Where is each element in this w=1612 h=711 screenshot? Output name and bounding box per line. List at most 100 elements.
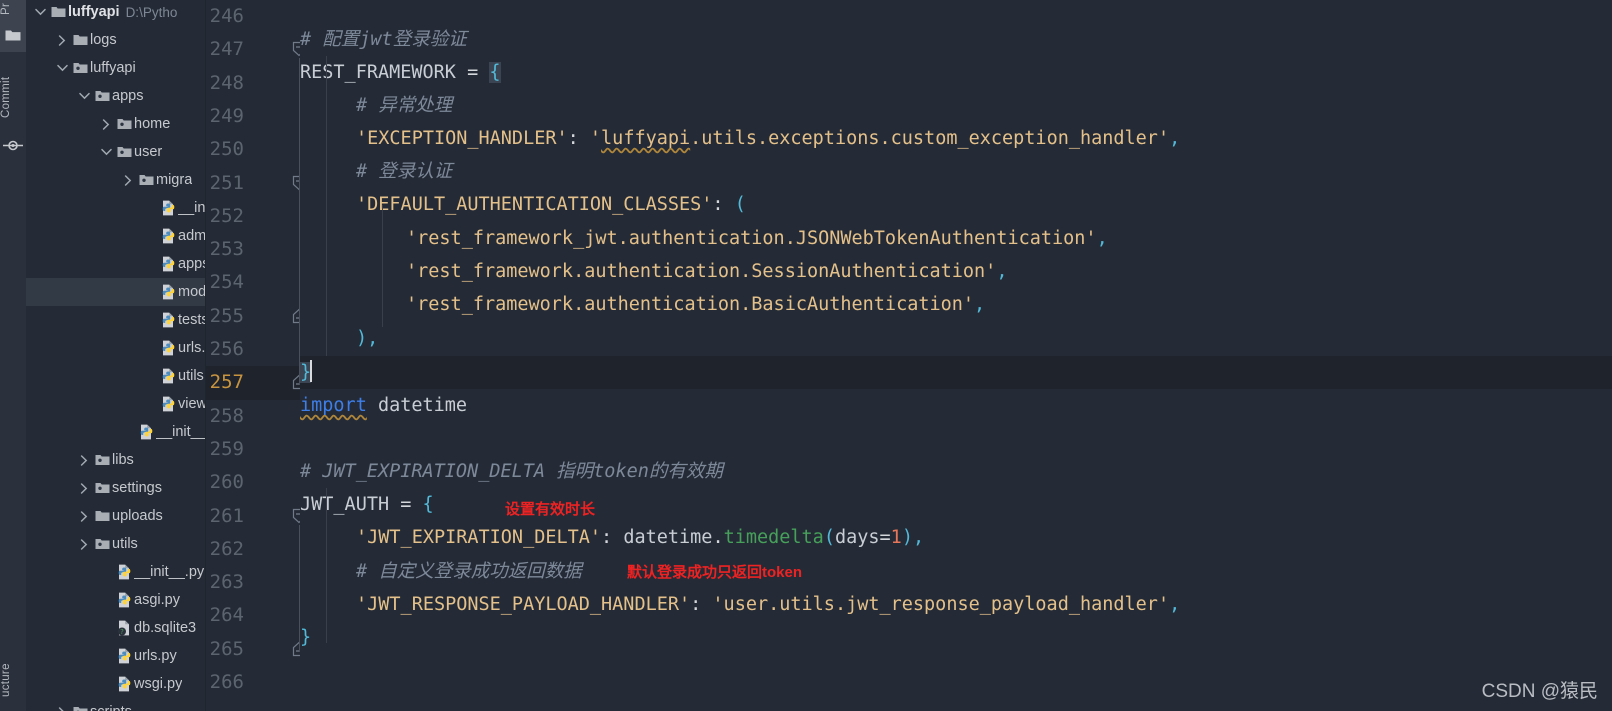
tree-row[interactable]: admi [26,222,206,250]
module-folder-icon [92,474,112,502]
tree-row[interactable]: settings [26,474,206,502]
indent-guide [326,56,327,356]
chevron-right-icon[interactable] [98,110,114,138]
line-number: 253 [209,238,244,261]
tree-row[interactable]: urls.p [26,334,206,362]
tree-row[interactable]: libs [26,446,206,474]
tool-project-label[interactable]: Pr [0,0,26,22]
chevron-right-icon[interactable] [54,698,70,711]
tree-row[interactable]: luffyapi [26,54,206,82]
editor-gutter[interactable]: 246 247 248 249 250 251 252 253 254 255 256 257 258 2… [206,0,306,711]
tree-arrow-spacer [142,334,158,362]
code-line-261[interactable]: 'JWT_EXPIRATION_DELTA': datetime.timedel… [300,521,1612,554]
tree-row[interactable]: tests. [26,306,206,334]
tree-row[interactable]: migra [26,166,206,194]
tree-row[interactable]: uploads [26,502,206,530]
code-line-249[interactable]: 'EXCEPTION_HANDLER': 'luffyapi.utils.exc… [300,122,1612,155]
chevron-down-icon[interactable] [98,138,114,166]
chevron-right-icon[interactable] [54,26,70,54]
chevron-right-icon[interactable] [76,502,92,530]
chevron-right-icon[interactable] [76,446,92,474]
tool-commit-label[interactable]: Commit [0,60,26,134]
tree-row[interactable]: views [26,390,206,418]
tree-row[interactable]: apps. [26,250,206,278]
chevron-right-icon[interactable] [76,474,92,502]
module-folder-icon [136,166,156,194]
code-line-264[interactable]: } [300,621,1612,654]
code-line-246[interactable]: # 配置jwt登录验证 [300,23,1612,56]
code-line-252[interactable]: 'rest_framework_jwt.authentication.JSONW… [300,222,1612,255]
tree-row[interactable]: utils. [26,362,206,390]
code-line-256[interactable]: } [300,356,1612,389]
code-line-253[interactable]: 'rest_framework.authentication.SessionAu… [300,255,1612,288]
tree-row[interactable]: ? db.sqlite3 [26,614,206,642]
code-line-257[interactable]: import datetime [300,389,1612,422]
code-line-262[interactable]: # 自定义登录成功返回数据 [300,555,1612,588]
tree-row[interactable]: luffyapi D:\Pytho [26,0,206,26]
code-line-255[interactable]: ), [300,322,1612,355]
commit-node-icon[interactable] [0,134,26,156]
code-editor[interactable]: # 配置jwt登录验证 REST_FRAMEWORK = { # 异常处理 'E… [300,0,1612,711]
line-number: 256 [209,338,244,360]
red-annotation-text: 默认登录成功只返回token [627,564,803,581]
folder-icon [70,26,90,54]
tree-row[interactable]: utils [26,530,206,558]
string-value-token: 'rest_framework_jwt.authentication.JSONW… [406,228,1097,249]
code-line-254[interactable]: 'rest_framework.authentication.BasicAuth… [300,288,1612,321]
operator-token: = [400,494,412,515]
tree-arrow-spacer [120,418,136,446]
string-key-token: 'DEFAULT_AUTHENTICATION_CLASSES' [356,194,713,215]
python-icon [158,390,178,418]
line-number: 265 [209,637,244,660]
code-line-248[interactable]: # 异常处理 [300,89,1612,122]
colon-token: : [712,194,724,215]
tree-row[interactable]: asgi.py [26,586,206,614]
tree-row[interactable]: scripts [26,698,206,711]
folder-icon[interactable] [0,22,26,48]
tree-row[interactable]: home [26,110,206,138]
text-caret [310,360,313,382]
code-line-260[interactable]: JWT_AUTH = { [300,488,1612,521]
line-number: 254 [209,271,244,294]
tool-structure-label[interactable]: ucture [0,647,26,711]
paren-close-token: ) [901,527,913,548]
python-icon [158,194,178,222]
chevron-down-icon[interactable] [32,0,48,26]
project-tree-panel[interactable]: luffyapi D:\Pytho logs luffyapi apps home user… [26,0,206,711]
tree-arrow-spacer [98,614,114,642]
code-line-251[interactable]: 'DEFAULT_AUTHENTICATION_CLASSES': ( [300,188,1612,221]
python-icon [158,306,178,334]
line-number: 264 [209,604,244,627]
colon-token: : [690,594,702,615]
code-line-250[interactable]: # 登录认证 [300,155,1612,188]
tree-row[interactable]: wsgi.py [26,670,206,698]
tree-row[interactable]: user [26,138,206,166]
tree-row[interactable]: apps [26,82,206,110]
code-line-247[interactable]: REST_FRAMEWORK = { [300,56,1612,89]
tree-row[interactable]: __init__.py [26,558,206,586]
tree-row[interactable]: __init [26,194,206,222]
comment-token: # JWT_EXPIRATION_DELTA 指明token的有效期 [300,461,723,482]
code-line-263[interactable]: 'JWT_RESPONSE_PAYLOAD_HANDLER': 'user.ut… [300,588,1612,621]
code-line-259[interactable]: # JWT_EXPIRATION_DELTA 指明token的有效期 [300,455,1612,488]
tree-arrow-spacer [98,586,114,614]
comment-token: # 登录认证 [356,161,453,182]
tree-row[interactable]: logs [26,26,206,54]
chevron-right-icon[interactable] [76,530,92,558]
tree-row[interactable]: urls.py [26,642,206,670]
line-number: 250 [209,138,244,161]
tree-row-label: logs [90,32,117,48]
chevron-right-icon[interactable] [120,166,136,194]
chevron-down-icon[interactable] [54,54,70,82]
tree-row[interactable]: __init__.p [26,418,206,446]
chevron-down-icon[interactable] [76,82,92,110]
brace-open-token: { [489,62,501,83]
tree-row[interactable]: mode [26,278,206,306]
